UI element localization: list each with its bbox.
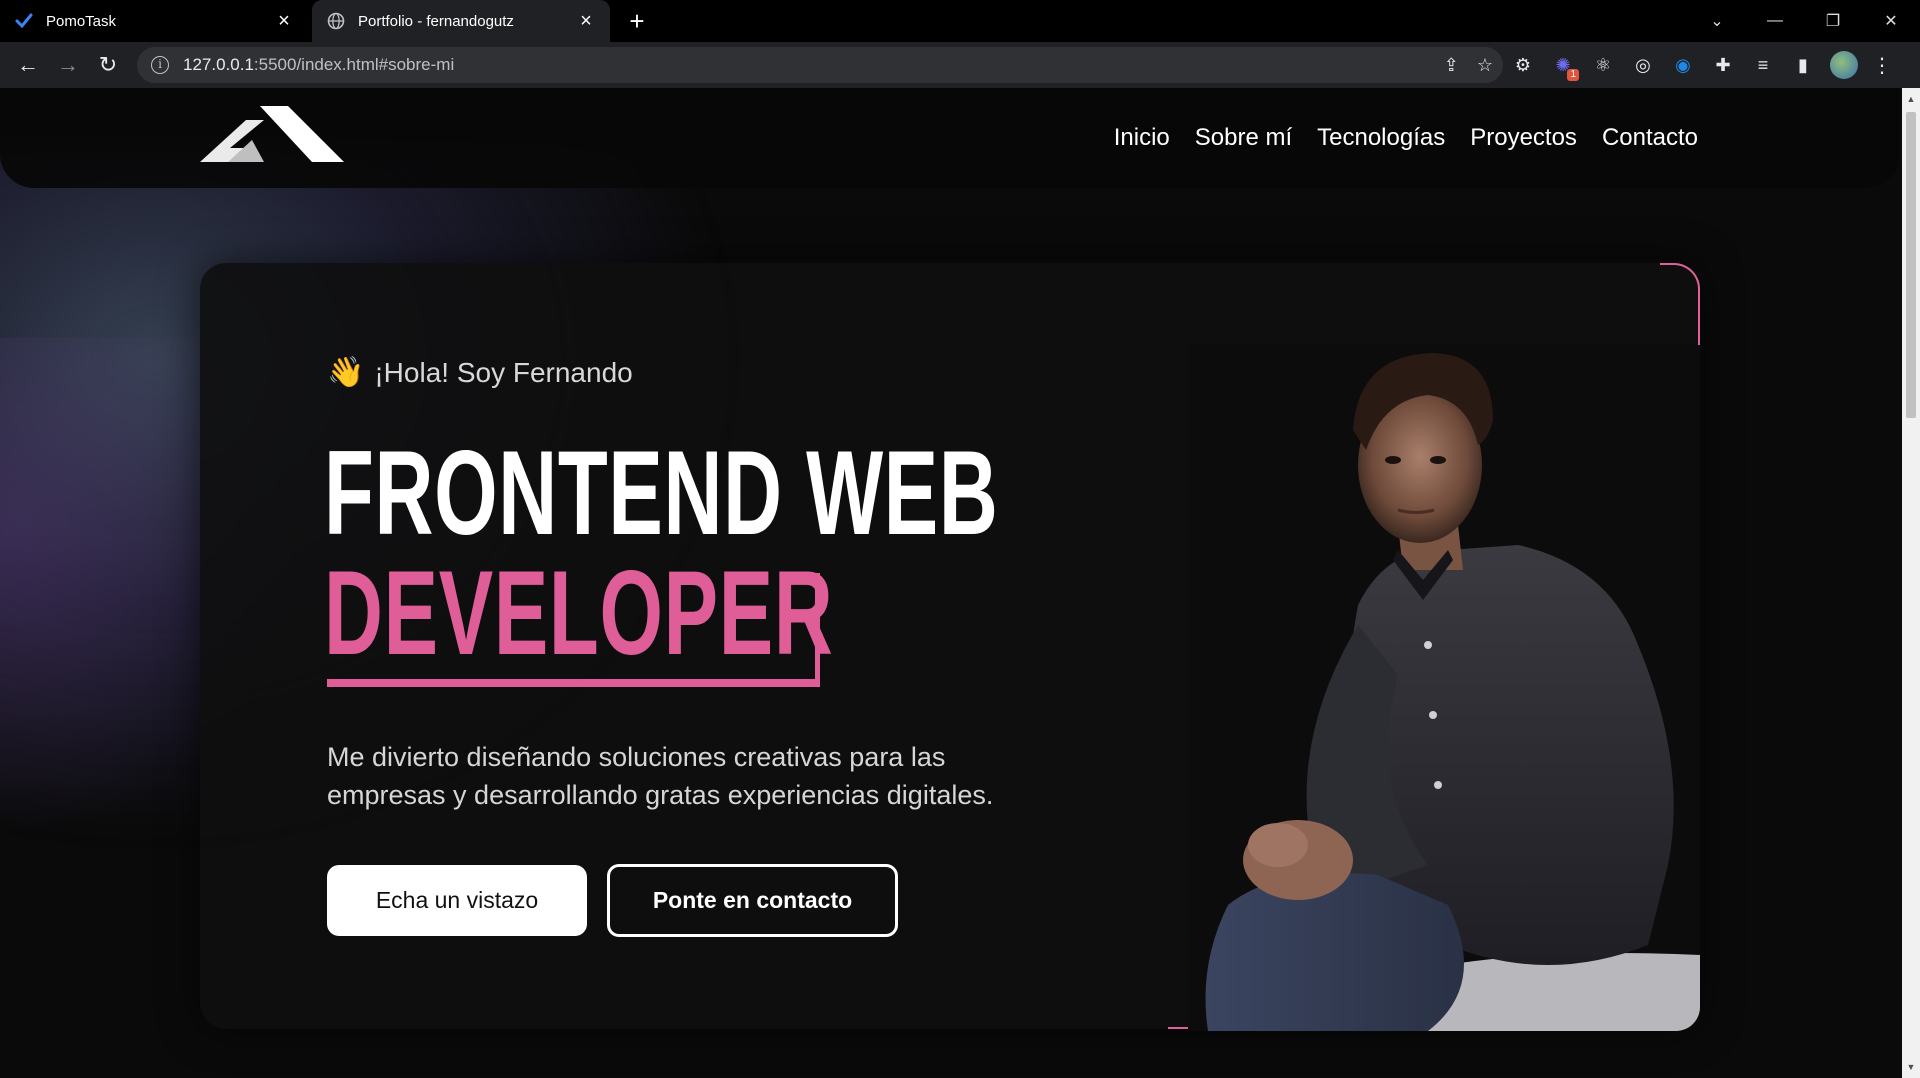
- page-viewport: Inicio Sobre mí Tecnologías Proyectos Co…: [0, 88, 1902, 1078]
- globe-icon: [326, 11, 346, 31]
- profile-avatar[interactable]: [1830, 51, 1858, 79]
- nav-link-contacto[interactable]: Contacto: [1602, 124, 1698, 152]
- side-panel-icon[interactable]: ▮: [1790, 52, 1816, 78]
- hero-title-line1: FRONTEND WEB: [324, 426, 999, 560]
- scroll-up-arrow-icon[interactable]: ▲: [1906, 94, 1916, 104]
- site-header: Inicio Sobre mí Tecnologías Proyectos Co…: [0, 88, 1900, 188]
- hero-greeting: 👋 ¡Hola! Soy Fernando: [327, 355, 633, 390]
- nav-link-tecnologias[interactable]: Tecnologías: [1317, 124, 1445, 152]
- tab-title: Portfolio - fernandogutz: [358, 12, 514, 30]
- color-extension-icon[interactable]: ✺ 1: [1550, 52, 1579, 81]
- gear-extension-icon[interactable]: ⚙: [1510, 52, 1536, 78]
- page-scrollbar[interactable]: ▲ ▼: [1902, 88, 1920, 1078]
- react-devtools-icon[interactable]: ⚛: [1590, 52, 1616, 78]
- waving-hand-icon: 👋: [327, 356, 365, 389]
- tab-title: PomoTask: [46, 12, 117, 30]
- target-extension-icon[interactable]: ◎: [1630, 52, 1656, 78]
- tab-pomotask[interactable]: PomoTask ×: [0, 0, 308, 42]
- contact-button[interactable]: Ponte en contacto: [607, 864, 898, 937]
- look-button[interactable]: Echa un vistazo: [327, 865, 587, 936]
- more-menu-icon[interactable]: ⋮: [1872, 53, 1892, 78]
- extension-badge: 1: [1567, 69, 1579, 81]
- hero-title-line2: DEVELOPER: [324, 546, 834, 680]
- info-icon[interactable]: i: [151, 56, 169, 74]
- hero-description: Me divierto diseñando soluciones creativ…: [327, 742, 994, 810]
- title-underline: [327, 679, 820, 687]
- browser-tab-bar: PomoTask × Portfolio - fernandogutz × + …: [0, 0, 1920, 42]
- url-path: :5500/index.html#sobre-mi: [253, 55, 455, 74]
- close-icon[interactable]: ×: [274, 11, 294, 31]
- extensions-bar: ⚙ ✺ 1 ⚛ ◎ ◉ ✚ ≡ ▮ ⋮: [1510, 42, 1892, 88]
- url-host: 127.0.0.1: [183, 55, 254, 74]
- site-logo[interactable]: [200, 106, 344, 162]
- close-icon[interactable]: ×: [576, 11, 596, 31]
- tab-search-icon[interactable]: ⌄: [1688, 0, 1746, 42]
- hero-card: 👋 ¡Hola! Soy Fernando FRONTEND WEB DEVEL…: [200, 263, 1700, 1031]
- nav-link-sobre-mi[interactable]: Sobre mí: [1195, 124, 1292, 152]
- scroll-down-arrow-icon[interactable]: ▼: [1906, 1062, 1916, 1072]
- scroll-thumb[interactable]: [1906, 112, 1916, 418]
- bookmark-star-icon[interactable]: ☆: [1477, 55, 1493, 76]
- media-queue-icon[interactable]: ≡: [1750, 52, 1776, 78]
- puzzle-extensions-icon[interactable]: ✚: [1710, 52, 1736, 78]
- nav-link-inicio[interactable]: Inicio: [1114, 124, 1170, 152]
- share-icon[interactable]: ⇪: [1444, 55, 1459, 76]
- checkmark-icon: [14, 11, 34, 31]
- minimize-button[interactable]: —: [1746, 0, 1804, 42]
- restore-button[interactable]: ❐: [1804, 0, 1862, 42]
- profile-photo: [1188, 345, 1700, 1031]
- back-arrow-icon[interactable]: ←: [8, 47, 48, 83]
- window-controls: ⌄ — ❐ ✕: [1688, 0, 1920, 42]
- new-tab-button[interactable]: +: [622, 6, 652, 36]
- nav-link-proyectos[interactable]: Proyectos: [1470, 124, 1577, 152]
- reload-icon[interactable]: ↻: [88, 47, 128, 83]
- greeting-text: ¡Hola! Soy Fernando: [374, 356, 633, 388]
- blue-extension-icon[interactable]: ◉: [1670, 52, 1696, 78]
- main-nav: Inicio Sobre mí Tecnologías Proyectos Co…: [1114, 88, 1698, 188]
- close-window-button[interactable]: ✕: [1862, 0, 1920, 42]
- address-bar[interactable]: i 127.0.0.1 :5500/index.html#sobre-mi ⇪ …: [137, 47, 1503, 83]
- tab-portfolio[interactable]: Portfolio - fernandogutz ×: [312, 0, 610, 42]
- browser-toolbar: ← → ↻ i 127.0.0.1 :5500/index.html#sobre…: [0, 42, 1920, 88]
- typing-caret: [815, 573, 820, 685]
- forward-arrow-icon[interactable]: →: [48, 47, 88, 83]
